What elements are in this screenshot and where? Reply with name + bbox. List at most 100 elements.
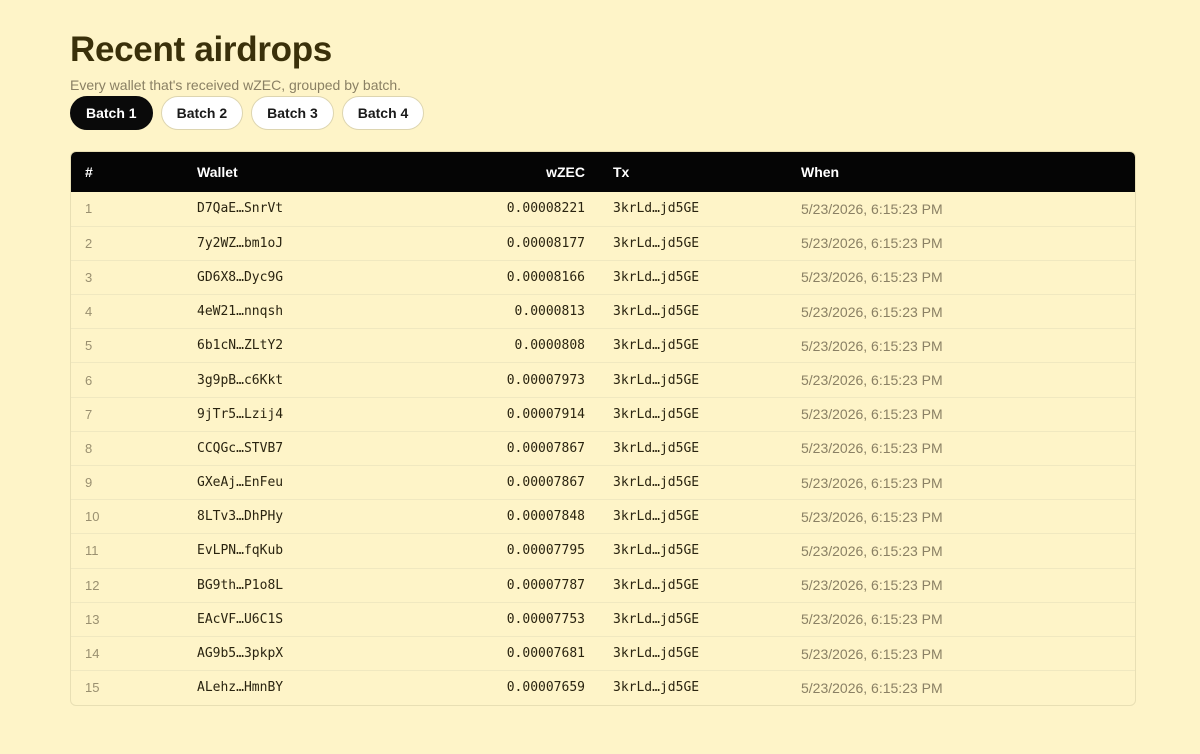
wallet-address[interactable]: 6b1cN…ZLtY2: [197, 329, 427, 363]
tab-batch-3[interactable]: Batch 3: [251, 96, 334, 130]
wallet-address[interactable]: 9jTr5…Lzij4: [197, 397, 427, 431]
wzec-amount: 0.00007753: [506, 611, 585, 627]
column-header-tx: Tx: [613, 164, 630, 180]
wzec-amount: 0.00007681: [506, 646, 585, 662]
row-index: 8: [85, 440, 93, 456]
timestamp: 5/23/2026, 6:15:23 PM: [801, 679, 943, 696]
wzec-amount: 0.00007867: [506, 475, 585, 491]
row-index: 13: [85, 611, 100, 627]
wzec-amount: 0.00008177: [506, 235, 585, 251]
tx-hash[interactable]: 3krLd…jd5GE: [585, 192, 801, 226]
page-title: Recent airdrops: [70, 30, 332, 69]
wzec-amount: 0.00007973: [506, 372, 585, 388]
wzec-amount: 0.00007867: [506, 440, 585, 456]
tx-hash[interactable]: 3krLd…jd5GE: [585, 397, 801, 431]
tx-hash[interactable]: 3krLd…jd5GE: [585, 295, 801, 329]
row-index: 7: [85, 406, 93, 422]
row-index: 11: [85, 543, 99, 559]
row-index: 2: [85, 235, 93, 251]
row-index: 4: [85, 304, 93, 320]
tx-hash[interactable]: 3krLd…jd5GE: [585, 534, 801, 568]
timestamp: 5/23/2026, 6:15:23 PM: [801, 303, 943, 320]
table-row: 1 D7QaE…SnrVt 0.00008221 3krLd…jd5GE 5/23/20…: [71, 192, 1135, 226]
wallet-address[interactable]: 3g9pB…c6Kkt: [197, 363, 427, 397]
table-row: 11 EvLPN…fqKub 0.00007795 3krLd…jd5GE 5/23/2…: [71, 533, 1135, 568]
wallet-address[interactable]: BG9th…P1o8L: [197, 568, 427, 602]
tx-hash[interactable]: 3krLd…jd5GE: [585, 636, 801, 670]
page: Recent airdrops Every wallet that's rece…: [70, 28, 1136, 706]
column-header-wallet: Wallet: [197, 164, 238, 180]
tab-batch-2[interactable]: Batch 2: [160, 96, 244, 130]
column-header-amount: wZEC: [546, 164, 585, 180]
timestamp: 5/23/2026, 6:15:23 PM: [801, 577, 943, 594]
column-header-index: #: [85, 164, 93, 180]
tx-hash[interactable]: 3krLd…jd5GE: [585, 329, 801, 363]
timestamp: 5/23/2026, 6:15:23 PM: [801, 200, 943, 217]
airdrops-table: # Wallet wZEC Tx When 1 D7QaE…SnrVt 0.0000…: [70, 151, 1136, 706]
wzec-amount: 0.00008221: [506, 201, 585, 217]
row-index: 10: [85, 509, 100, 525]
row-index: 14: [85, 646, 100, 662]
timestamp: 5/23/2026, 6:15:23 PM: [801, 372, 943, 389]
row-index: 9: [85, 475, 93, 491]
table-row: 4 4eW21…nnqsh 0.0000813 3krLd…jd5GE 5/23/202…: [71, 294, 1135, 329]
wzec-amount: 0.0000813: [514, 304, 585, 320]
table-row: 7 9jTr5…Lzij4 0.00007914 3krLd…jd5GE 5/23/20…: [71, 397, 1135, 431]
timestamp: 5/23/2026, 6:15:23 PM: [801, 235, 943, 252]
tx-hash[interactable]: 3krLd…jd5GE: [585, 431, 801, 465]
wzec-amount: 0.0000808: [514, 338, 585, 354]
tx-hash[interactable]: 3krLd…jd5GE: [585, 568, 801, 602]
timestamp: 5/23/2026, 6:15:23 PM: [801, 611, 943, 628]
tab-batch-1[interactable]: Batch 1: [70, 96, 153, 130]
tx-hash[interactable]: 3krLd…jd5GE: [585, 260, 801, 294]
table-header-row: # Wallet wZEC Tx When: [71, 152, 1135, 192]
wzec-amount: 0.00008166: [506, 269, 585, 285]
wallet-address[interactable]: 4eW21…nnqsh: [197, 295, 427, 329]
timestamp: 5/23/2026, 6:15:23 PM: [801, 269, 943, 286]
timestamp: 5/23/2026, 6:15:23 PM: [801, 542, 943, 559]
wzec-amount: 0.00007914: [506, 406, 585, 422]
table-body: 1 D7QaE…SnrVt 0.00008221 3krLd…jd5GE 5/23/20…: [71, 192, 1135, 705]
tx-hash[interactable]: 3krLd…jd5GE: [585, 363, 801, 397]
wallet-address[interactable]: AG9b5…3pkpX: [197, 636, 427, 670]
timestamp: 5/23/2026, 6:15:23 PM: [801, 508, 943, 525]
row-index: 15: [85, 680, 100, 696]
wallet-address[interactable]: EAcVF…U6C1S: [197, 602, 427, 636]
wallet-address[interactable]: CCQGc…STVB7: [197, 431, 427, 465]
wallet-address[interactable]: GXeAj…EnFeu: [197, 466, 427, 500]
wallet-address[interactable]: D7QaE…SnrVt: [197, 192, 427, 226]
wallet-address[interactable]: 8LTv3…DhPHy: [197, 500, 427, 534]
timestamp: 5/23/2026, 6:15:23 PM: [801, 406, 943, 423]
table-row: 6 3g9pB…c6Kkt 0.00007973 3krLd…jd5GE 5/23/20…: [71, 362, 1135, 397]
tx-hash[interactable]: 3krLd…jd5GE: [585, 602, 801, 636]
table-row: 2 7y2WZ…bm1oJ 0.00008177 3krLd…jd5GE 5/23/20…: [71, 226, 1135, 260]
row-index: 6: [85, 372, 93, 388]
tx-hash[interactable]: 3krLd…jd5GE: [585, 466, 801, 500]
row-index: 5: [85, 338, 93, 354]
batch-tabs: Batch 1 Batch 2 Batch 3 Batch 4: [70, 96, 1134, 130]
row-index: 12: [85, 577, 100, 593]
row-index: 1: [85, 201, 93, 217]
table-row: 5 6b1cN…ZLtY2 0.0000808 3krLd…jd5GE 5/23/202…: [71, 328, 1135, 363]
tx-hash[interactable]: 3krLd…jd5GE: [585, 226, 801, 260]
timestamp: 5/23/2026, 6:15:23 PM: [801, 474, 943, 491]
column-header-when: When: [801, 164, 840, 180]
table-row: 13 EAcVF…U6C1S 0.00007753 3krLd…jd5GE 5/23/2…: [71, 602, 1135, 636]
wallet-address[interactable]: ALehz…HmnBY: [197, 671, 427, 705]
wallet-address[interactable]: GD6X8…Dyc9G: [197, 260, 427, 294]
wallet-address[interactable]: 7y2WZ…bm1oJ: [197, 226, 427, 260]
tab-batch-4[interactable]: Batch 4: [341, 96, 425, 130]
tx-hash[interactable]: 3krLd…jd5GE: [585, 500, 801, 534]
table-row: 10 8LTv3…DhPHy 0.00007848 3krLd…jd5GE 5/23/2…: [71, 499, 1135, 534]
table-row: 14 AG9b5…3pkpX 0.00007681 3krLd…jd5GE 5/23/2…: [71, 636, 1135, 670]
table-row: 8 CCQGc…STVB7 0.00007867 3krLd…jd5GE 5/23/20…: [71, 431, 1135, 465]
timestamp: 5/23/2026, 6:15:23 PM: [801, 645, 943, 662]
wzec-amount: 0.00007848: [506, 509, 585, 525]
row-index: 3: [85, 269, 93, 285]
wallet-address[interactable]: EvLPN…fqKub: [197, 534, 427, 568]
table-row: 15 ALehz…HmnBY 0.00007659 3krLd…jd5GE 5/23/2…: [71, 670, 1135, 705]
wzec-amount: 0.00007787: [506, 577, 585, 593]
timestamp: 5/23/2026, 6:15:23 PM: [801, 337, 943, 354]
table-row: 9 GXeAj…EnFeu 0.00007867 3krLd…jd5GE 5/23/20…: [71, 465, 1135, 500]
tx-hash[interactable]: 3krLd…jd5GE: [585, 671, 801, 705]
